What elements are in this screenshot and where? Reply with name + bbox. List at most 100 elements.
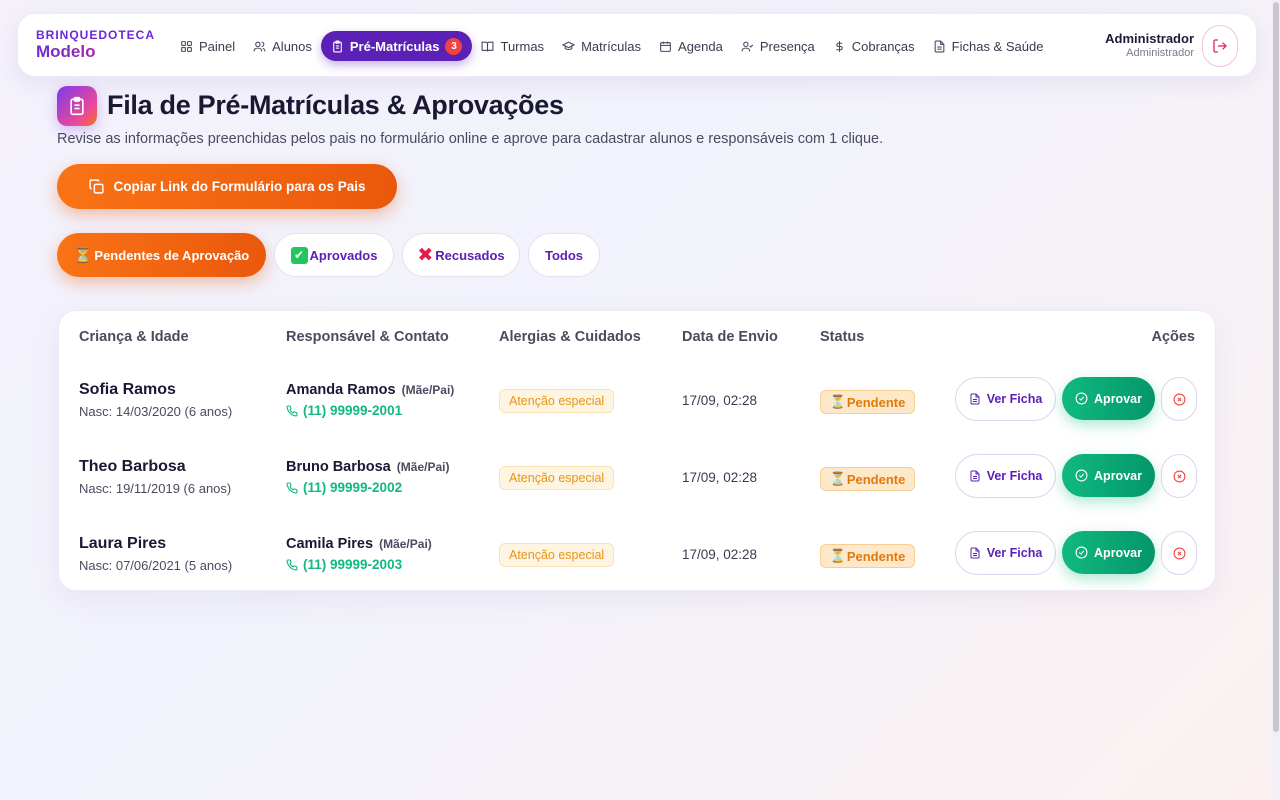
sent-date: 17/09, 02:28 xyxy=(682,393,758,408)
child-name: Theo Barbosa xyxy=(79,458,186,475)
child-name: Laura Pires xyxy=(79,535,167,552)
guardian-name: Bruno Barbosa (Mãe/Pai) xyxy=(286,459,449,475)
page-icon xyxy=(57,86,97,126)
column-header-sent: Data de Envio xyxy=(682,329,778,345)
filter-tab-pendentes[interactable]: ⏳ Pendentes de Aprovação xyxy=(57,233,266,277)
sent-date: 17/09, 02:28 xyxy=(682,470,758,485)
allergy-badge: Atenção especial xyxy=(499,543,615,567)
status-label: Pendente xyxy=(846,394,906,410)
nav-item-painel[interactable]: Painel xyxy=(171,31,244,61)
top-navigation: BRINQUEDOTECA Modelo Painel Alunos Pré-M… xyxy=(17,13,1257,77)
nav-items: Painel Alunos Pré-Matrículas 3 Turmas Ma… xyxy=(171,31,1052,61)
guardian-name: Amanda Ramos (Mãe/Pai) xyxy=(286,382,454,398)
nav-item-label: Matrículas xyxy=(581,38,642,54)
copy-form-link-button[interactable]: Copiar Link do Formulário para os Pais xyxy=(57,164,397,209)
hourglass-icon: ⏳ xyxy=(829,471,846,487)
approve-button[interactable]: Aprovar xyxy=(1062,377,1155,420)
guardian-phone-link[interactable]: (11) 99999-2003 xyxy=(286,557,402,572)
x-circle-icon xyxy=(1173,547,1185,559)
guardian-relation: (Mãe/Pai) xyxy=(401,383,455,397)
reject-button[interactable] xyxy=(1161,531,1197,575)
nav-item-agenda[interactable]: Agenda xyxy=(650,31,732,61)
phone-icon xyxy=(286,558,298,570)
view-record-button[interactable]: Ver Ficha xyxy=(955,377,1056,421)
filter-tab-aprovados[interactable]: ✔ Aprovados xyxy=(274,233,394,277)
guardian-name: Camila Pires (Mãe/Pai) xyxy=(286,536,432,552)
nav-item-presenca[interactable]: Presença xyxy=(732,31,824,61)
guardian-phone-link[interactable]: (11) 99999-2002 xyxy=(286,480,402,495)
table-row: Theo Barbosa Nasc: 19/11/2019 (6 anos) B… xyxy=(59,438,1217,515)
child-name: Sofia Ramos xyxy=(79,381,176,398)
guardian-name-text: Bruno Barbosa xyxy=(286,459,391,475)
file-text-icon xyxy=(970,393,980,405)
view-record-label: Ver Ficha xyxy=(986,546,1043,560)
cross-mark-icon: ✖ xyxy=(417,244,434,266)
calendar-icon xyxy=(660,41,671,52)
filter-tab-label: Todos xyxy=(544,247,584,263)
nav-item-alunos[interactable]: Alunos xyxy=(244,31,321,61)
dollar-icon xyxy=(836,40,843,52)
logout-icon xyxy=(1213,39,1227,53)
brand-logo[interactable]: BRINQUEDOTECA Modelo xyxy=(36,29,155,60)
approve-label: Aprovar xyxy=(1094,391,1142,406)
column-header-status: Status xyxy=(820,329,865,345)
filter-tab-label: Recusados xyxy=(435,247,505,263)
check-circle-icon xyxy=(1075,469,1088,482)
guardian-name-text: Amanda Ramos xyxy=(286,382,396,398)
nav-item-label: Pré-Matrículas xyxy=(349,38,440,54)
guardian-phone: (11) 99999-2003 xyxy=(303,557,403,572)
pending-count-badge: 3 xyxy=(445,37,463,55)
user-name: Administrador xyxy=(1105,31,1194,46)
x-circle-icon xyxy=(1173,470,1185,482)
nav-item-cobrancas[interactable]: Cobranças xyxy=(824,31,924,61)
view-record-button[interactable]: Ver Ficha xyxy=(955,454,1056,498)
scrollbar-track[interactable] xyxy=(1272,0,1280,800)
user-check-icon xyxy=(741,41,754,51)
allergy-badge: Atenção especial xyxy=(499,389,615,413)
hourglass-icon: ⏳ xyxy=(73,245,93,264)
guardian-phone-link[interactable]: (11) 99999-2001 xyxy=(286,403,402,418)
nav-item-label: Turmas xyxy=(500,38,545,54)
column-header-actions: Ações xyxy=(1151,329,1195,345)
page-subtitle: Revise as informações preenchidas pelos … xyxy=(57,131,884,147)
users-icon xyxy=(253,41,266,51)
table-row: Sofia Ramos Nasc: 14/03/2020 (6 anos) Am… xyxy=(59,361,1217,438)
nav-item-pre-matriculas[interactable]: Pré-Matrículas 3 xyxy=(320,31,473,61)
approve-button[interactable]: Aprovar xyxy=(1062,531,1155,574)
user-info: Administrador Administrador xyxy=(1105,31,1194,59)
copy-form-link-label: Copiar Link do Formulário para os Pais xyxy=(113,179,366,194)
reject-button[interactable] xyxy=(1161,377,1197,421)
x-circle-icon xyxy=(1173,393,1185,405)
nav-item-turmas[interactable]: Turmas xyxy=(472,31,553,61)
status-badge: ⏳ Pendente xyxy=(820,467,915,491)
logout-button[interactable] xyxy=(1202,25,1238,67)
column-header-child: Criança & Idade xyxy=(79,329,189,345)
approve-button[interactable]: Aprovar xyxy=(1062,454,1155,497)
view-record-button[interactable]: Ver Ficha xyxy=(955,531,1056,575)
table-row: Laura Pires Nasc: 07/06/2021 (5 anos) Ca… xyxy=(59,515,1217,592)
check-mark-icon: ✔ xyxy=(290,246,308,264)
approve-label: Aprovar xyxy=(1094,468,1142,483)
hourglass-icon: ⏳ xyxy=(829,394,846,410)
guardian-phone: (11) 99999-2002 xyxy=(303,480,403,495)
scrollbar-thumb[interactable] xyxy=(1273,2,1279,732)
nav-item-label: Cobranças xyxy=(851,38,915,54)
pre-enrollment-table: Criança & Idade Responsável & Contato Al… xyxy=(58,310,1216,591)
nav-item-label: Alunos xyxy=(272,38,312,54)
nav-item-fichas-saude[interactable]: Fichas & Saúde xyxy=(924,31,1053,61)
file-text-icon xyxy=(970,547,980,559)
filter-tab-label: Pendentes de Aprovação xyxy=(94,247,250,263)
guardian-phone: (11) 99999-2001 xyxy=(303,403,403,418)
brand-line-1: BRINQUEDOTECA xyxy=(36,28,156,42)
file-text-icon xyxy=(934,40,945,52)
reject-button[interactable] xyxy=(1161,454,1197,498)
column-header-guardian: Responsável & Contato xyxy=(286,329,449,345)
copy-icon xyxy=(89,179,105,194)
filter-tab-recusados[interactable]: ✖ Recusados xyxy=(402,233,520,277)
status-label: Pendente xyxy=(846,471,906,487)
nav-item-matriculas[interactable]: Matrículas xyxy=(553,31,650,61)
phone-icon xyxy=(286,481,298,493)
phone-icon xyxy=(286,404,298,416)
filter-tab-todos[interactable]: Todos xyxy=(528,233,600,277)
hourglass-icon: ⏳ xyxy=(829,548,846,564)
